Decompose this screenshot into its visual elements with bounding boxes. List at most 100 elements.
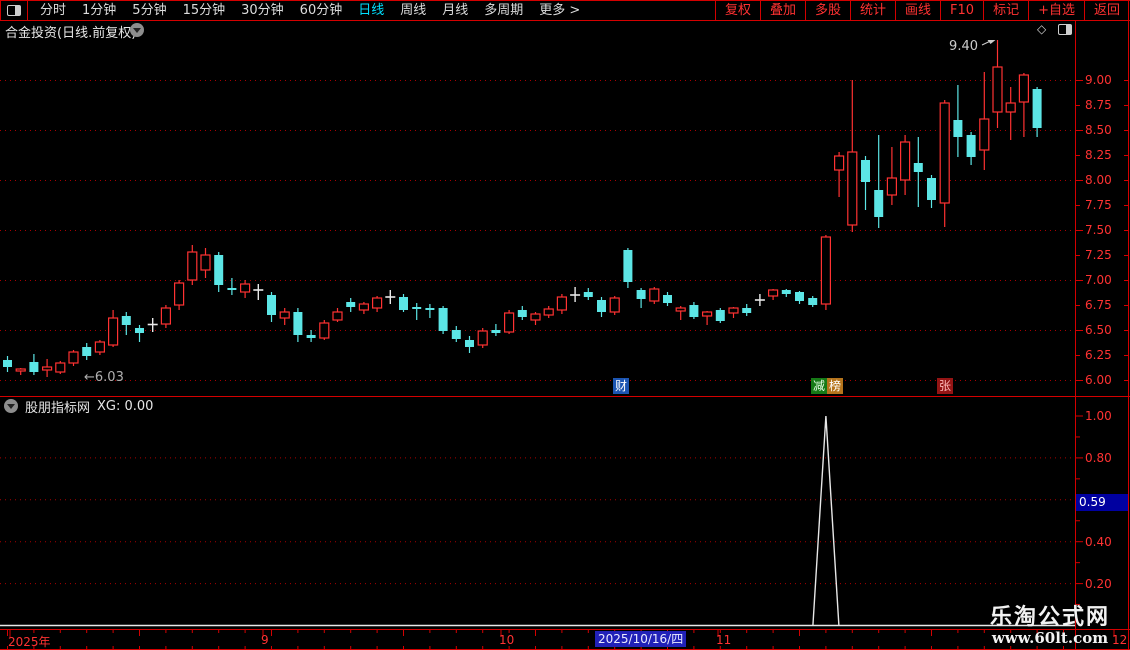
candle-down	[861, 156, 870, 210]
diamond-marker-icon[interactable]: ◇	[1037, 22, 1046, 36]
indicator-header: 股朋指标网 XG: 0.00	[4, 398, 153, 416]
period-tab-0[interactable]: 分时	[32, 1, 74, 20]
candle-up	[543, 306, 554, 318]
toolbar-button-7[interactable]: +自选	[1028, 1, 1084, 20]
candle-down	[267, 292, 276, 322]
price-axis-label: 7.50	[1085, 223, 1112, 237]
candle-up	[899, 135, 911, 195]
candle-doji	[385, 290, 396, 304]
watermark-site-url: www.60lt.com	[991, 629, 1109, 647]
candle-up	[160, 305, 171, 328]
price-axis-label: 9.00	[1085, 73, 1112, 87]
period-tab-6[interactable]: 日线	[350, 1, 392, 20]
toolbar-button-1[interactable]: 叠加	[759, 1, 805, 20]
period-tab-4[interactable]: 30分钟	[233, 1, 292, 20]
toolbar-button-4[interactable]: 画线	[895, 1, 940, 20]
event-badge-0[interactable]: 财	[613, 378, 629, 394]
candle-up	[107, 310, 119, 347]
candle-up	[15, 368, 26, 375]
candle-down	[583, 288, 593, 300]
indicator-current-value-badge: 0.59	[1076, 494, 1128, 511]
candle-down	[663, 292, 672, 306]
toolbar-button-6[interactable]: 标记	[983, 1, 1028, 20]
candle-up	[979, 72, 990, 170]
candle-down	[438, 306, 448, 334]
candle-down	[808, 296, 818, 307]
candle-down	[121, 312, 131, 335]
candle-down	[636, 288, 646, 308]
candle-doji	[754, 294, 765, 306]
indicator-axis-label: 0.80	[1085, 450, 1112, 465]
candle-doji	[570, 287, 581, 302]
candle-up	[94, 340, 106, 355]
candle-up	[530, 312, 541, 325]
candle-up	[992, 40, 1003, 128]
indicator-axis-label: 0.40	[1085, 534, 1112, 549]
candle-up	[477, 328, 488, 348]
period-tab-1[interactable]: 1分钟	[74, 1, 124, 20]
event-badge-1[interactable]: 减	[811, 378, 827, 394]
split-window-icon[interactable]	[7, 5, 21, 16]
candle-up	[847, 80, 858, 232]
candle-down	[465, 336, 474, 353]
candle-down	[953, 85, 963, 157]
candle-down	[715, 308, 725, 323]
high-annotation-arrowhead	[987, 40, 996, 44]
watermark: 乐淘公式网 www.60lt.com	[990, 606, 1110, 647]
period-tab-8[interactable]: 月线	[434, 1, 476, 20]
top-toolbar: 分时 1分钟 5分钟 15分钟 30分钟 60分钟 日线 周线 月线 多周期 更多 > 复权 叠加 多股…	[0, 0, 1130, 21]
candle-up	[556, 294, 568, 314]
candle-up	[68, 350, 79, 366]
indicator-collapse-icon[interactable]	[4, 399, 18, 413]
candle-up	[609, 296, 620, 315]
period-tab-5[interactable]: 60分钟	[292, 1, 351, 20]
chart-titlebar: 合金投资(日线.前复权) ◇	[0, 22, 1130, 41]
candle-down	[399, 294, 408, 312]
action-toolbar: 复权 叠加 多股 统计 画线 F10 标记 +自选 返回	[714, 1, 1129, 20]
trading-app-window: 分时 1分钟 5分钟 15分钟 30分钟 60分钟 日线 周线 月线 多周期 更多 > 复权 叠加 多股…	[0, 0, 1130, 650]
candle-up	[504, 310, 515, 334]
candle-down	[913, 137, 923, 207]
stock-title: 合金投资(日线.前复权)	[5, 26, 137, 41]
period-tab-3[interactable]: 15分钟	[175, 1, 234, 20]
candle-up	[649, 287, 660, 304]
price-axis-label: 7.25	[1085, 248, 1112, 262]
candle-up	[886, 147, 898, 205]
toolbar-button-5[interactable]: F10	[940, 1, 983, 20]
candle-down	[3, 356, 12, 372]
time-axis-label: 2025年	[8, 635, 51, 649]
candle-up	[728, 307, 739, 318]
period-tab-9[interactable]: 多周期	[476, 1, 531, 20]
toolbar-button-0[interactable]: 复权	[714, 1, 760, 20]
candle-down	[346, 298, 356, 312]
period-tab-10[interactable]: 更多 >	[531, 1, 588, 20]
candle-up	[41, 359, 53, 377]
indicator-axis-label: 0.20	[1085, 576, 1112, 591]
event-badge-3[interactable]: 张	[937, 378, 953, 394]
price-axis-label: 7.00	[1085, 273, 1112, 287]
layout-toggle-icon[interactable]	[1058, 24, 1072, 35]
time-axis-label: 12	[1112, 633, 1128, 647]
candle-up	[701, 311, 713, 325]
candle-up	[767, 289, 779, 300]
candle-doji	[147, 318, 158, 332]
time-axis-label: 10	[499, 633, 515, 647]
candle-down	[781, 289, 791, 297]
candle-down	[227, 278, 237, 295]
candle-down	[966, 132, 976, 165]
title-chevron-down-icon[interactable]	[130, 23, 144, 37]
period-tab-2[interactable]: 5分钟	[124, 1, 174, 20]
candle-down	[597, 297, 606, 317]
toolbar-button-2[interactable]: 多股	[804, 1, 850, 20]
signal-spike	[812, 415, 840, 626]
toolbar-separator	[27, 1, 28, 20]
candle-up	[1005, 87, 1016, 140]
candle-down	[927, 175, 936, 208]
toolbar-button-3[interactable]: 统计	[850, 1, 895, 20]
period-tab-7[interactable]: 周线	[392, 1, 434, 20]
toolbar-button-8[interactable]: 返回	[1083, 1, 1129, 20]
event-badge-2[interactable]: 榜	[827, 378, 843, 394]
high-price-annotation: 9.40	[949, 39, 978, 54]
price-axis-label: 6.00	[1085, 373, 1112, 387]
candle-down	[293, 308, 303, 342]
